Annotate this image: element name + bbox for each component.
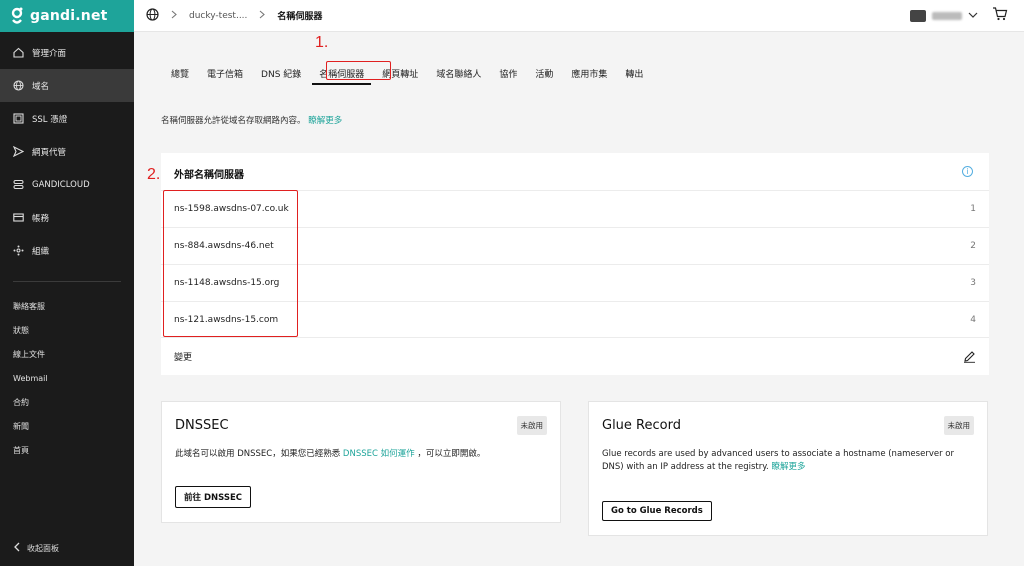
sidebar-link-status[interactable]: 狀態 <box>0 318 134 342</box>
card-icon <box>13 212 24 223</box>
change-label: 變更 <box>174 353 193 363</box>
dnssec-how-link[interactable]: DNSSEC 如何運作 <box>343 449 415 459</box>
pencil-icon[interactable] <box>963 350 976 366</box>
nameservers-card: 外部名稱伺服器 i ns-1598.awsdns-07.co.uk 1 ns-8… <box>161 153 989 375</box>
glue-title: Glue Record <box>602 418 681 433</box>
tab-dns-records[interactable]: DNS 紀錄 <box>252 64 310 86</box>
glue-learn-more-link[interactable]: 瞭解更多 <box>771 462 805 472</box>
learn-more-link[interactable]: 瞭解更多 <box>308 116 342 126</box>
sidebar-item-label: 網頁代管 <box>32 147 67 158</box>
go-to-glue-records-button[interactable]: Go to Glue Records <box>602 501 712 521</box>
tab-overview[interactable]: 總覽 <box>162 64 198 86</box>
sidebar-link-home[interactable]: 首頁 <box>0 438 134 462</box>
tab-marketplace[interactable]: 應用市集 <box>562 64 616 86</box>
user-menu[interactable] <box>910 9 978 22</box>
nameservers-title: 外部名稱伺服器 <box>174 170 244 181</box>
sidebar-item-label: 組織 <box>32 246 50 257</box>
breadcrumb-current: 名稱伺服器 <box>277 12 323 22</box>
sidebar-links: 聯絡客服 狀態 線上文件 Webmail 合約 新聞 首頁 <box>0 294 134 462</box>
collapse-label: 收起面板 <box>27 543 59 553</box>
tab-email[interactable]: 電子信箱 <box>198 64 252 86</box>
sidebar-link-contracts[interactable]: 合約 <box>0 390 134 414</box>
annotation-step-1: 1. <box>315 34 329 51</box>
change-nameservers-row[interactable]: 變更 <box>161 337 989 375</box>
glue-record-card: Glue Record 未啟用 Glue records are used by… <box>588 401 988 536</box>
top-header: ducky-test.... 名稱伺服器 <box>134 0 1024 32</box>
sidebar-link-docs[interactable]: 線上文件 <box>0 342 134 366</box>
organization-icon <box>13 245 24 256</box>
send-icon <box>13 146 24 157</box>
dnssec-text-after: ，可以立即開啟。 <box>417 449 486 459</box>
nameserver-index: 3 <box>970 278 976 288</box>
sidebar-item-label: SSL 憑證 <box>32 114 68 125</box>
globe-icon[interactable] <box>146 7 159 24</box>
sidebar-link-webmail[interactable]: Webmail <box>0 366 134 390</box>
certificate-icon <box>13 113 24 124</box>
domain-tabs: 總覽 電子信箱 DNS 紀錄 名稱伺服器 網頁轉址 域名聯絡人 協作 活動 應用… <box>162 64 652 86</box>
highlight-box-nameservers <box>163 190 298 337</box>
dnssec-text-before: 此域名可以啟用 DNSSEC，如果您已經熟悉 <box>175 449 341 459</box>
user-area <box>910 7 1008 24</box>
collapse-sidebar-button[interactable]: 收起面板 <box>13 542 59 554</box>
chevron-left-icon <box>13 542 20 554</box>
sidebar-link-news[interactable]: 新聞 <box>0 414 134 438</box>
tab-transfer-out[interactable]: 轉出 <box>616 64 652 86</box>
breadcrumb: ducky-test.... 名稱伺服器 <box>134 7 323 24</box>
intro-text: 名稱伺服器允許從域名存取網路內容。 瞭解更多 <box>161 114 342 126</box>
dnssec-description: 此域名可以啟用 DNSSEC，如果您已經熟悉 DNSSEC 如何運作 ，可以立即… <box>175 448 547 461</box>
sidebar-item-label: 域名 <box>32 81 50 92</box>
sidebar-item-hosting[interactable]: 網頁代管 <box>0 135 134 168</box>
dnssec-title: DNSSEC <box>175 418 229 433</box>
sidebar: gandi.net 管理介面 域名 SSL 憑證 網頁代管 GANDICLOUD… <box>0 0 134 566</box>
annotation-step-2: 2. <box>147 166 161 183</box>
intro-description: 名稱伺服器允許從域名存取網路內容。 <box>161 116 306 126</box>
gandi-logo-icon <box>10 7 24 25</box>
dnssec-card: DNSSEC 未啟用 此域名可以啟用 DNSSEC，如果您已經熟悉 DNSSEC… <box>161 401 561 523</box>
globe-icon <box>13 80 24 91</box>
status-badge: 未啟用 <box>516 416 547 435</box>
sidebar-item-label: 帳務 <box>32 213 50 224</box>
logo[interactable]: gandi.net <box>0 0 134 32</box>
cloud-stack-icon <box>13 179 24 190</box>
sidebar-item-label: GANDICLOUD <box>32 179 90 190</box>
chevron-right-icon <box>171 10 177 22</box>
highlight-box-tab <box>326 61 391 80</box>
sidebar-nav: 管理介面 域名 SSL 憑證 網頁代管 GANDICLOUD 帳務 組織 <box>0 36 134 267</box>
brand-name: gandi.net <box>30 8 108 24</box>
cart-icon[interactable] <box>992 7 1008 24</box>
tab-activity[interactable]: 活動 <box>526 64 562 86</box>
tab-contacts[interactable]: 域名聯絡人 <box>427 64 490 86</box>
sidebar-link-support[interactable]: 聯絡客服 <box>0 294 134 318</box>
chevron-right-icon <box>259 10 266 22</box>
sidebar-item-ssl[interactable]: SSL 憑證 <box>0 102 134 135</box>
tab-collaboration[interactable]: 協作 <box>490 64 526 86</box>
nameserver-index: 1 <box>970 204 976 214</box>
status-badge: 未啟用 <box>943 416 974 435</box>
user-name-blurred <box>932 11 962 20</box>
info-icon[interactable]: i <box>962 166 973 177</box>
sidebar-divider <box>13 281 121 282</box>
main-content: 1. 總覽 電子信箱 DNS 紀錄 名稱伺服器 網頁轉址 域名聯絡人 協作 活動… <box>134 32 1024 566</box>
home-icon <box>13 47 24 58</box>
nameserver-index: 4 <box>970 315 976 325</box>
breadcrumb-domain[interactable]: ducky-test.... <box>189 11 247 21</box>
sidebar-item-label: 管理介面 <box>32 48 67 59</box>
glue-description: Glue records are used by advanced users … <box>602 448 974 474</box>
avatar <box>910 9 926 22</box>
sidebar-item-billing[interactable]: 帳務 <box>0 201 134 234</box>
sidebar-item-organizations[interactable]: 組織 <box>0 234 134 267</box>
nameserver-index: 2 <box>970 241 976 251</box>
sidebar-item-dashboard[interactable]: 管理介面 <box>0 36 134 69</box>
chevron-down-icon <box>968 10 978 21</box>
go-to-dnssec-button[interactable]: 前往 DNSSEC <box>175 486 252 508</box>
sidebar-item-gandicloud[interactable]: GANDICLOUD <box>0 168 134 201</box>
sidebar-item-domains[interactable]: 域名 <box>0 69 134 102</box>
